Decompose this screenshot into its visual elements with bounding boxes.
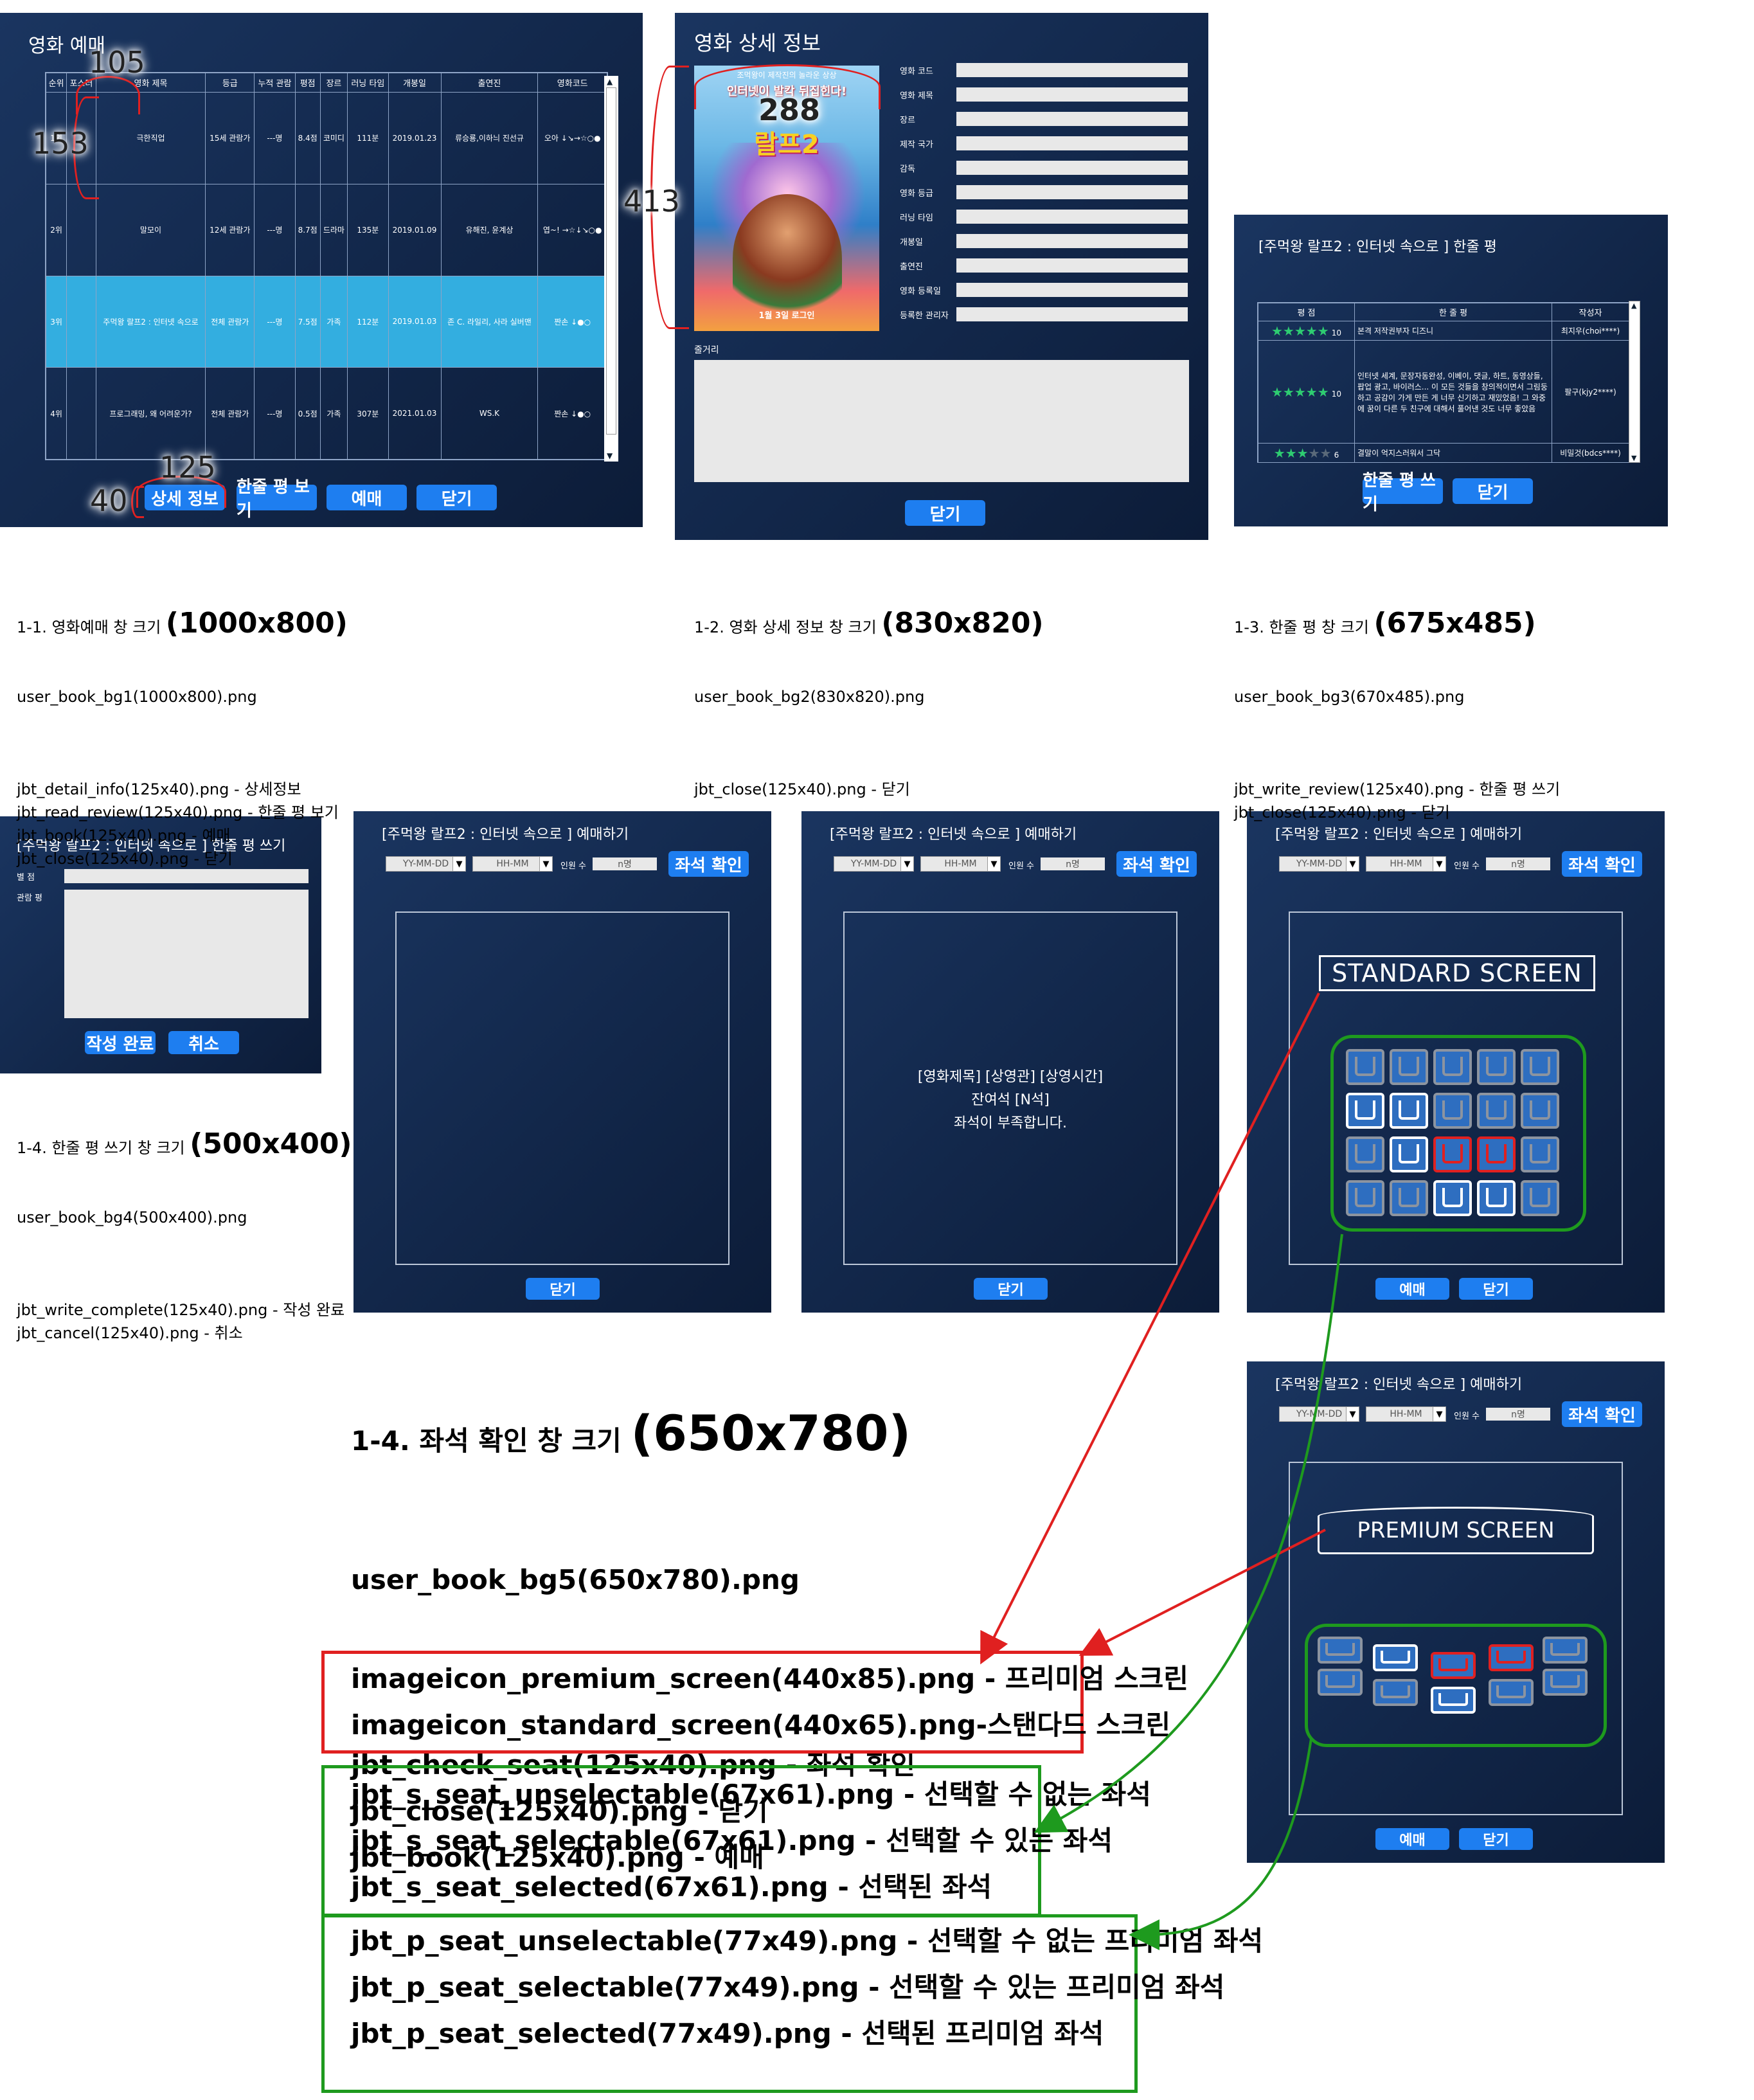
arrow-premium-screen bbox=[1078, 1529, 1326, 1656]
arrow-standard-screen bbox=[980, 992, 1320, 1665]
arrow-standard-seats bbox=[1034, 1234, 1343, 1833]
annotation-arrows bbox=[980, 992, 1343, 1950]
arrow-premium-seats bbox=[1129, 1738, 1312, 1950]
